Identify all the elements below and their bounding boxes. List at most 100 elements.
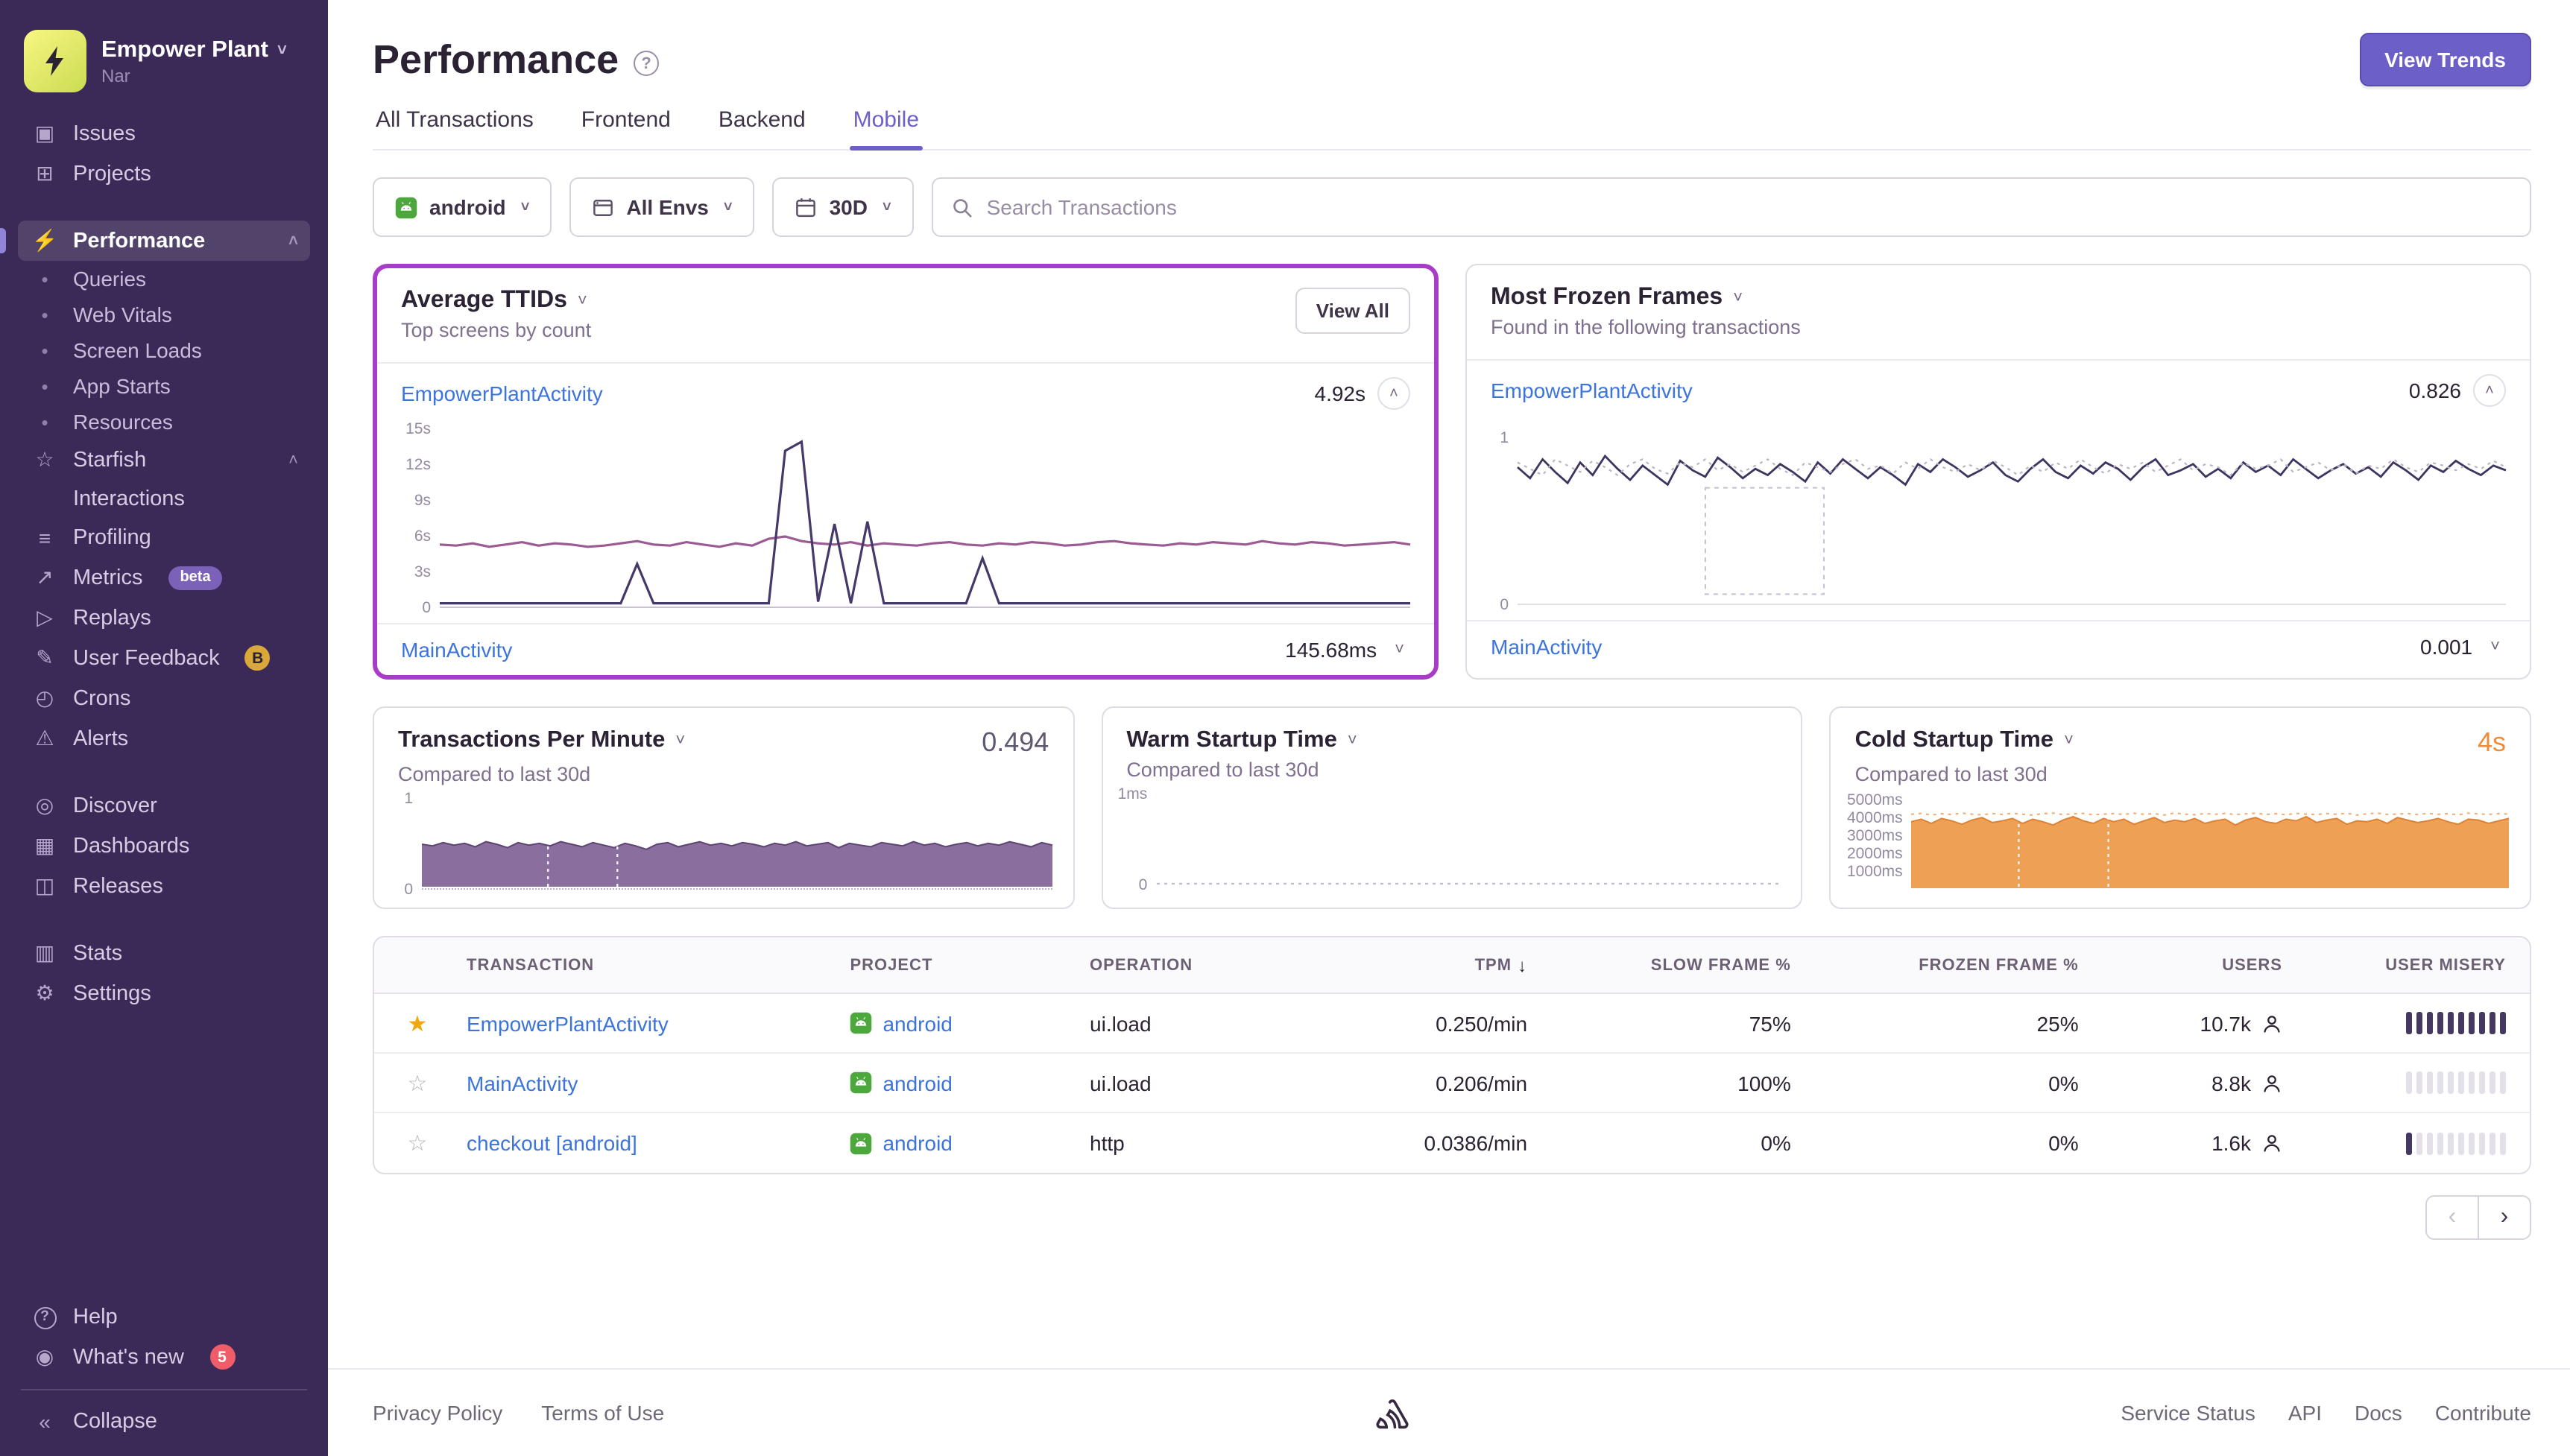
view-all-button[interactable]: View All — [1295, 288, 1410, 334]
cold-startup-chart[interactable] — [1911, 797, 2510, 890]
misery-bar — [2405, 1012, 2412, 1034]
column-header-tpm[interactable]: TPM ↓ — [1315, 955, 1542, 975]
help-tooltip-icon[interactable]: ? — [634, 51, 660, 76]
users-count: 8.8k — [2211, 1071, 2251, 1095]
user-misery-cell — [2297, 1132, 2521, 1154]
sidebar-item-performance[interactable]: ⚡ Performance ˄ — [0, 221, 310, 261]
transaction-link[interactable]: EmpowerPlantActivity — [401, 382, 603, 405]
search-box — [931, 177, 2531, 237]
column-header-project[interactable]: PROJECT — [835, 956, 1075, 974]
sidebar-item-settings[interactable]: ⚙ Settings — [18, 973, 310, 1013]
sidebar-item-label: App Starts — [73, 374, 171, 398]
sidebar-item-alerts[interactable]: ⚠ Alerts — [18, 718, 310, 759]
users-cell: 8.8k — [2094, 1071, 2297, 1095]
column-header-transaction[interactable]: TRANSACTION — [452, 956, 835, 974]
search-input[interactable] — [986, 195, 2512, 219]
sidebar-item-discover[interactable]: ◎ Discover — [18, 785, 310, 826]
sidebar-item-collapse[interactable]: « Collapse — [18, 1402, 310, 1441]
footer-link-api[interactable]: API — [2288, 1401, 2322, 1425]
collapse-chart-button[interactable]: ˄ — [2473, 374, 2506, 407]
expand-chart-button[interactable]: ˅ — [2484, 638, 2506, 656]
sidebar-item-metrics[interactable]: ↗ Metrics beta — [18, 557, 310, 598]
sidebar-item-help[interactable]: ? Help — [18, 1298, 310, 1337]
previous-page-button[interactable]: ‹ — [2425, 1195, 2479, 1240]
project-link[interactable]: android — [883, 1071, 952, 1095]
column-header-frozen[interactable]: FROZEN FRAME % — [1806, 956, 2094, 974]
date-range-filter[interactable]: 30D ˅ — [772, 177, 914, 237]
transaction-link[interactable]: EmpowerPlantActivity — [467, 1011, 669, 1035]
footer-link-terms-of-use[interactable]: Terms of Use — [541, 1401, 664, 1425]
transaction-link[interactable]: MainActivity — [401, 638, 512, 662]
sidebar-item-crons[interactable]: ◴ Crons — [18, 678, 310, 718]
transaction-link[interactable]: MainActivity — [467, 1071, 578, 1095]
column-header-users[interactable]: USERS — [2094, 956, 2297, 974]
sidebar-item-user-feedback[interactable]: ✎ User Feedback B — [18, 638, 310, 678]
star-outline-icon[interactable]: ☆ — [408, 1069, 428, 1096]
view-trends-button[interactable]: View Trends — [2359, 33, 2531, 86]
tpm-chart[interactable] — [421, 797, 1053, 890]
tab-mobile[interactable]: Mobile — [850, 107, 923, 151]
star-outline-icon[interactable]: ☆ — [408, 1130, 428, 1156]
sidebar-item-label: What's new — [73, 1345, 184, 1369]
calendar-icon — [795, 196, 818, 218]
sidebar-item-label: Starfish — [73, 448, 147, 472]
org-switcher[interactable]: Empower Plant ˅ Nar — [0, 18, 328, 110]
card-title-dropdown[interactable]: Transactions Per Minute ˅ — [398, 727, 685, 754]
project-filter[interactable]: android ˅ — [373, 177, 552, 237]
card-title: Average TTIDs — [401, 288, 567, 313]
column-header-misery[interactable]: USER MISERY — [2297, 956, 2521, 974]
sidebar-item-label: Replays — [73, 606, 151, 630]
tab-backend[interactable]: Backend — [716, 107, 809, 149]
tab-all-transactions[interactable]: All Transactions — [373, 107, 537, 149]
card-average-ttids: Average TTIDs ˅ Top screens by count Vie… — [373, 264, 1439, 680]
sidebar-item-issues[interactable]: ▣ Issues — [18, 113, 310, 153]
footer-link-contribute[interactable]: Contribute — [2435, 1401, 2531, 1425]
footer-link-service-status[interactable]: Service Status — [2121, 1401, 2255, 1425]
card-title: Transactions Per Minute — [398, 727, 666, 753]
sidebar-item-queries[interactable]: • Queries — [18, 261, 310, 297]
card-title-dropdown[interactable]: Most Frozen Frames ˅ — [1491, 285, 1801, 311]
sidebar-item-stats[interactable]: ▥ Stats — [18, 933, 310, 973]
sidebar-item-app-starts[interactable]: • App Starts — [18, 368, 310, 404]
frozen-frames-chart[interactable] — [1517, 426, 2507, 605]
card-title-dropdown[interactable]: Warm Startup Time ˅ — [1126, 727, 1357, 754]
collapse-chart-button[interactable]: ˄ — [1377, 377, 1410, 410]
sidebar-item-replays[interactable]: ▷ Replays — [18, 598, 310, 638]
card-title-dropdown[interactable]: Average TTIDs ˅ — [401, 288, 591, 314]
sidebar-item-label: Web Vitals — [73, 303, 172, 326]
footer-link-docs[interactable]: Docs — [2355, 1401, 2402, 1425]
footer-link-privacy-policy[interactable]: Privacy Policy — [373, 1401, 502, 1425]
sidebar-item-projects[interactable]: ⊞ Projects — [18, 153, 310, 194]
sidebar-item-starfish[interactable]: ☆ Starfish ˄ — [18, 440, 310, 480]
next-page-button[interactable]: › — [2478, 1195, 2531, 1240]
ttid-chart[interactable] — [439, 429, 1411, 608]
issues-icon: ▣ — [34, 121, 55, 145]
column-header-slow[interactable]: SLOW FRAME % — [1542, 956, 1806, 974]
slow-frame-cell: 100% — [1737, 1071, 1791, 1095]
sidebar-item-screen-loads[interactable]: • Screen Loads — [18, 332, 310, 368]
sidebar-item-dashboards[interactable]: ▦ Dashboards — [18, 826, 310, 866]
card-subtitle: Compared to last 30d — [398, 763, 591, 785]
transaction-link[interactable]: checkout [android] — [467, 1131, 637, 1155]
expand-chart-button[interactable]: ˅ — [1389, 641, 1410, 659]
project-link[interactable]: android — [883, 1011, 952, 1035]
column-header-operation[interactable]: OPERATION — [1075, 956, 1315, 974]
tab-frontend[interactable]: Frontend — [578, 107, 674, 149]
sidebar-item-resources[interactable]: • Resources — [18, 404, 310, 440]
environment-filter[interactable]: All Envs ˅ — [569, 177, 755, 237]
warm-startup-chart[interactable] — [1156, 793, 1781, 885]
project-link[interactable]: android — [883, 1131, 952, 1155]
column-label: OPERATION — [1090, 956, 1193, 974]
transaction-link[interactable]: MainActivity — [1491, 635, 1602, 659]
star-filled-icon[interactable]: ★ — [408, 1010, 428, 1036]
transaction-link[interactable]: EmpowerPlantActivity — [1491, 379, 1693, 402]
sidebar-item-interactions[interactable]: Interactions — [18, 480, 310, 519]
sidebar-group: ▥ Stats ⚙ Settings — [18, 933, 310, 1013]
card-title-dropdown[interactable]: Cold Startup Time ˅ — [1855, 727, 2074, 754]
sidebar-item-releases[interactable]: ◫ Releases — [18, 866, 310, 906]
sidebar-item-web-vitals[interactable]: • Web Vitals — [18, 297, 310, 332]
sidebar-item-label: Stats — [73, 941, 123, 965]
sidebar-item-what-s-new[interactable]: ◉ What's new 5 — [18, 1337, 310, 1377]
sidebar-item-profiling[interactable]: ≡ Profiling — [18, 519, 310, 557]
transaction-value: 0.826 — [2408, 379, 2461, 402]
